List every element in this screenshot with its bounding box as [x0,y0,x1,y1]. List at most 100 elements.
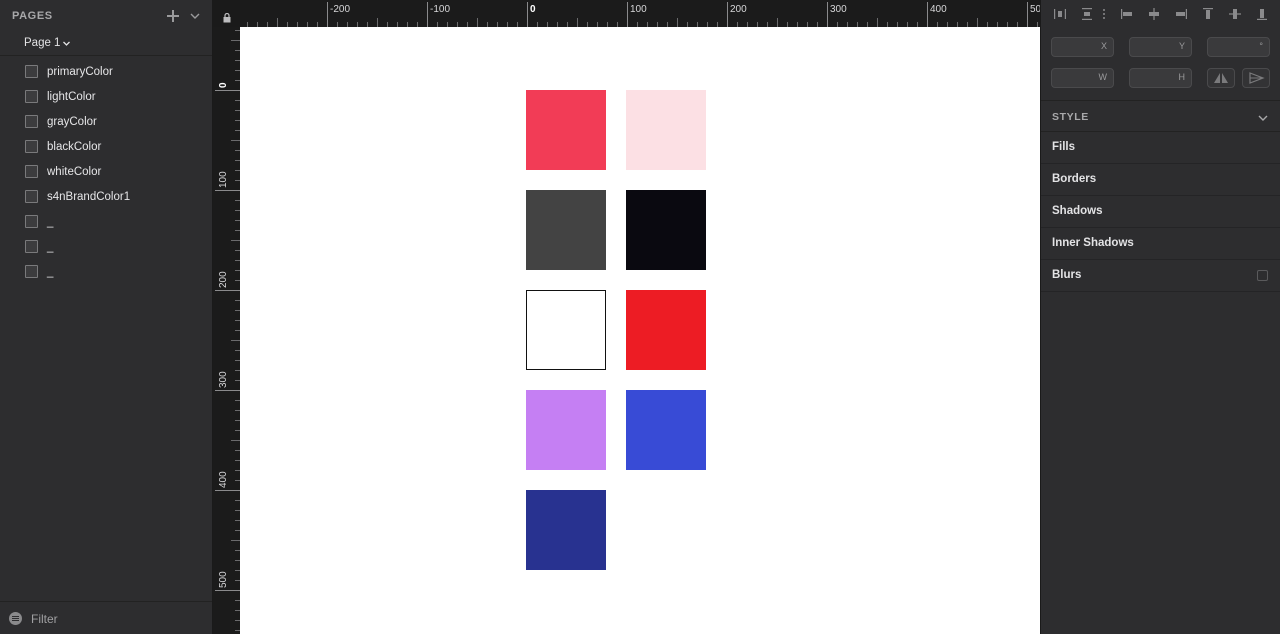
blur-checkbox[interactable] [1257,270,1268,281]
align-left-icon[interactable] [1120,7,1134,21]
layer-item[interactable]: blackColor [0,135,212,160]
flip-vertical-button[interactable] [1242,68,1270,88]
distribute-vertical-icon[interactable] [1080,7,1094,21]
layer-item[interactable]: grayColor [0,110,212,135]
rectangle-layer-icon [25,65,38,78]
layer-item[interactable]: _ [0,260,212,285]
swatch-brand-color-1[interactable] [626,290,706,370]
layer-item[interactable]: s4nBrandColor1 [0,185,212,210]
y-position-field[interactable]: Y [1129,37,1192,57]
inner-shadows-row[interactable]: Inner Shadows [1041,228,1280,260]
shadows-label: Shadows [1052,205,1103,217]
filter-bar[interactable]: Filter [0,601,212,634]
layer-label: lightColor [47,91,96,103]
align-bottom-icon[interactable] [1255,7,1269,21]
layer-label: _ [47,216,54,228]
shadows-row[interactable]: Shadows [1041,196,1280,228]
fills-label: Fills [1052,141,1076,153]
layer-item[interactable]: _ [0,235,212,260]
vertical-ruler-ticks [215,30,240,631]
ruler-label: 200 [730,4,747,15]
layer-item[interactable]: lightColor [0,85,212,110]
rectangle-layer-icon [25,165,38,178]
swatch-gray-color[interactable] [526,190,606,270]
artboard-canvas[interactable] [240,27,1040,634]
app-window: PAGES Page 1 primaryColor lightColor gra… [0,0,1280,634]
rotation-field-suffix: ° [1259,41,1263,51]
ruler-label: 0 [218,82,229,88]
pages-header: PAGES [0,0,212,32]
align-top-icon[interactable] [1201,7,1215,21]
borders-row[interactable]: Borders [1041,164,1280,196]
flip-horizontal-icon [1214,73,1228,83]
x-position-field[interactable]: X [1051,37,1114,57]
layer-label: s4nBrandColor1 [47,191,131,203]
blurs-label: Blurs [1052,269,1082,281]
flip-horizontal-button[interactable] [1207,68,1235,88]
layer-label: whiteColor [47,166,102,178]
ruler-label: 200 [218,271,229,288]
align-right-icon[interactable] [1174,7,1188,21]
swatch-navy[interactable] [526,490,606,570]
y-field-suffix: Y [1178,41,1185,51]
more-options-icon[interactable] [1101,7,1107,21]
layer-item[interactable]: primaryColor [0,60,212,85]
swatch-black-color[interactable] [626,190,706,270]
vertical-ruler[interactable]: 0 100 200 300 400 500 [213,27,240,634]
inspector-panel: X Y ° W H STYLE Fills Borders Shadows In… [1040,0,1280,634]
add-page-icon[interactable] [166,9,180,23]
align-vertical-center-icon[interactable] [1228,7,1242,21]
rectangle-layer-icon [25,240,38,253]
height-field[interactable]: H [1129,68,1192,88]
layer-label: _ [47,266,54,278]
layers-sidebar: PAGES Page 1 primaryColor lightColor gra… [0,0,213,634]
swatch-primary-color[interactable] [526,90,606,170]
blurs-row[interactable]: Blurs [1041,260,1280,292]
rectangle-layer-icon [25,90,38,103]
swatch-light-color[interactable] [626,90,706,170]
ruler-label: 0 [530,4,536,15]
flip-vertical-icon [1249,72,1265,84]
rectangle-layer-icon [25,190,38,203]
distribute-horizontal-icon[interactable] [1053,7,1067,21]
swatch-purple[interactable] [526,390,606,470]
ruler-label: 500 [218,571,229,588]
collapse-pages-chevron-icon[interactable] [189,10,201,22]
pages-title: PAGES [12,10,53,22]
ruler-label: -200 [330,4,351,15]
align-horizontal-center-icon[interactable] [1147,7,1161,21]
lock-guides-icon[interactable] [223,10,231,23]
chevron-down-icon [62,39,71,48]
layer-item[interactable]: whiteColor [0,160,212,185]
inner-shadows-label: Inner Shadows [1052,237,1134,249]
ruler-label: -100 [430,4,451,15]
alignment-toolbar [1041,0,1280,30]
rotation-field[interactable]: ° [1207,37,1270,57]
swatch-white-color[interactable] [526,290,606,370]
ruler-corner[interactable] [213,0,240,27]
ruler-label: 50 [1030,4,1040,15]
width-field[interactable]: W [1051,68,1114,88]
layer-list: primaryColor lightColor grayColor blackC… [0,60,212,285]
ruler-label: 400 [930,4,947,15]
x-field-suffix: X [1100,41,1107,51]
page-selector[interactable]: Page 1 [0,32,212,56]
horizontal-ruler[interactable]: -200 -100 0 100 200 300 400 50 [240,0,1040,27]
ruler-label: 100 [630,4,647,15]
w-field-suffix: W [1098,72,1108,82]
style-section-header[interactable]: STYLE [1041,100,1280,132]
borders-label: Borders [1052,173,1097,185]
style-title: STYLE [1052,111,1089,123]
filter-input[interactable]: Filter [31,612,58,626]
layer-label: _ [47,241,54,253]
ruler-label: 400 [218,471,229,488]
chevron-down-icon[interactable] [1257,111,1269,123]
layer-label: grayColor [47,116,97,128]
ruler-label: 300 [830,4,847,15]
swatch-blue[interactable] [626,390,706,470]
rectangle-layer-icon [25,115,38,128]
layer-item[interactable]: _ [0,210,212,235]
fills-row[interactable]: Fills [1041,132,1280,164]
filter-icon[interactable] [9,612,22,625]
ruler-label: 300 [218,371,229,388]
